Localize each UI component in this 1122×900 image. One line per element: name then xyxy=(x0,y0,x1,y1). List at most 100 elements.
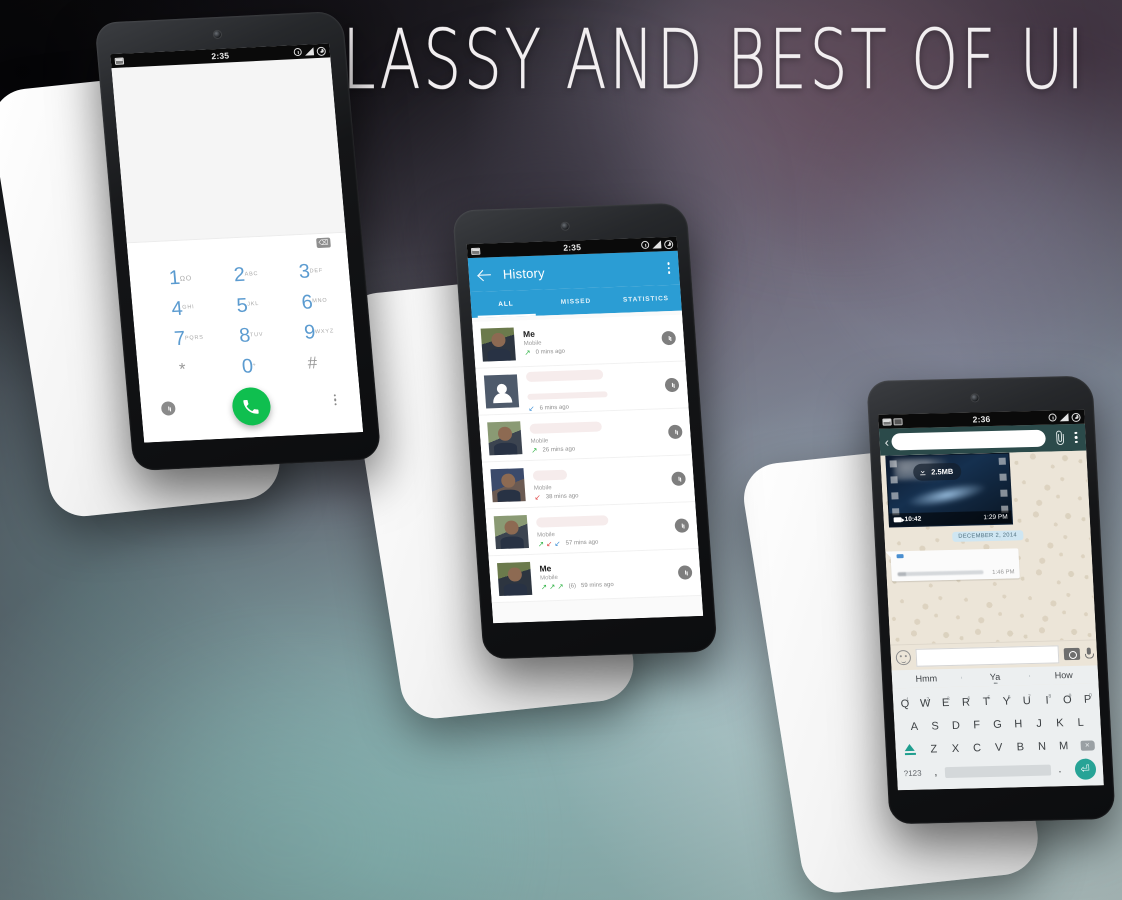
key-q[interactable]: 1Q xyxy=(895,696,915,709)
file-size-label: 2.5MB xyxy=(930,466,954,477)
period-key[interactable]: . xyxy=(1051,763,1068,775)
key-t[interactable]: 5T xyxy=(976,695,996,708)
key-r[interactable]: 4R xyxy=(956,695,976,708)
camera-icon[interactable] xyxy=(1063,647,1081,660)
key-k[interactable]: K xyxy=(1050,717,1070,729)
backspace-icon[interactable]: ⌫ xyxy=(316,237,331,249)
key-e[interactable]: 3E xyxy=(936,696,956,709)
dial-number-display[interactable] xyxy=(111,57,346,244)
call-list[interactable]: Me Mobile ↗ 0 mins ago +91 40 6644 xyxy=(471,310,704,624)
chat-messages-area[interactable]: 2.5MB 10:42 1:29 PM DECEMBER 2, 2014 1:4… xyxy=(880,450,1097,645)
call-details-icon[interactable] xyxy=(667,424,683,440)
film-perforation xyxy=(891,492,899,500)
key-h[interactable]: H xyxy=(1008,718,1028,730)
key-star[interactable]: * xyxy=(149,353,217,387)
key-letters: TUV xyxy=(249,331,264,339)
call-time: 59 mins ago xyxy=(580,582,614,590)
table-row[interactable]: Me Mobile ↗ ↗ ↗ (6) 59 mins ago xyxy=(488,549,702,604)
key-s[interactable]: S xyxy=(925,720,945,732)
table-row[interactable]: +91 40 6644 3223 Blurred Consultancy Pri… xyxy=(475,361,689,416)
dialer-bottom-bar xyxy=(139,376,364,443)
key-6[interactable]: 6 MNO xyxy=(273,286,341,320)
key-n[interactable]: N xyxy=(1031,740,1052,752)
call-details-icon[interactable] xyxy=(671,471,687,486)
overflow-menu-icon[interactable] xyxy=(1074,431,1078,444)
key-l[interactable]: L xyxy=(1070,716,1090,728)
download-button[interactable]: 2.5MB xyxy=(912,462,962,481)
key-9[interactable]: 9 WXYZ xyxy=(276,316,344,350)
key-c[interactable]: C xyxy=(966,742,987,754)
history-clock-icon[interactable] xyxy=(160,401,176,416)
key-x[interactable]: X xyxy=(945,742,966,754)
key-i[interactable]: 8I xyxy=(1037,693,1057,706)
key-u[interactable]: 7U xyxy=(1017,694,1037,707)
key-5[interactable]: 5 JKL xyxy=(208,289,276,323)
film-perforation xyxy=(999,473,1007,481)
enter-key[interactable]: ⏎ xyxy=(1069,757,1102,780)
table-row[interactable]: Aachu ❤ Ammu Mobile ↗ 26 mins ago xyxy=(478,408,692,463)
call-details-icon[interactable] xyxy=(674,518,690,533)
emoji-icon[interactable] xyxy=(895,649,912,666)
duration-label: 10:42 xyxy=(904,515,922,524)
key-letters: MNO xyxy=(311,297,328,305)
table-row[interactable]: Aachu ❤ Ammu Mobile ↗ ↙ ↙ 57 mins ago xyxy=(485,502,699,557)
key-b[interactable]: B xyxy=(1010,741,1031,753)
space-key[interactable] xyxy=(944,764,1051,778)
alarm-icon xyxy=(1048,413,1057,422)
key-7[interactable]: 7 PQRS xyxy=(146,322,214,356)
key-hash[interactable]: # xyxy=(279,346,347,380)
paperclip-icon[interactable] xyxy=(1052,430,1069,446)
key-digit: * xyxy=(178,359,187,380)
call-details-icon[interactable] xyxy=(664,377,680,393)
comma-key[interactable]: , xyxy=(927,766,944,778)
phone-device-whatsapp: 2:36 ‹ 2.5MB 10:42 1:29 PM DECEMBER 2, 2… xyxy=(866,375,1116,825)
overflow-menu-icon[interactable] xyxy=(667,262,671,274)
film-perforation xyxy=(889,460,897,468)
key-z[interactable]: Z xyxy=(923,743,944,755)
suggestion-1[interactable]: Hmm xyxy=(892,673,961,685)
call-button[interactable] xyxy=(230,386,272,427)
film-perforation xyxy=(890,476,898,484)
contact-name-field[interactable] xyxy=(891,429,1047,451)
key-w[interactable]: 2W xyxy=(915,696,935,709)
key-letters: WXYZ xyxy=(314,327,335,335)
front-camera-icon xyxy=(213,30,222,39)
key-f[interactable]: F xyxy=(967,719,987,731)
key-3[interactable]: 3 DEF xyxy=(271,255,339,289)
chat-bubble-incoming[interactable]: 1:46 PM xyxy=(890,548,1020,582)
key-a[interactable]: A xyxy=(904,720,924,732)
key-m[interactable]: M xyxy=(1053,739,1074,752)
key-v[interactable]: V xyxy=(988,741,1009,753)
key-y[interactable]: 6Y xyxy=(996,694,1016,707)
key-4[interactable]: 4 GHI xyxy=(143,292,211,326)
suggestion-2[interactable]: Ya xyxy=(960,671,1029,683)
symbols-key[interactable]: ?123 xyxy=(899,768,927,778)
tab-all[interactable]: ALL xyxy=(470,290,542,318)
key-2[interactable]: 2 ABC xyxy=(206,258,274,292)
tab-missed[interactable]: MISSED xyxy=(540,287,612,315)
back-chevron-icon[interactable]: ‹ xyxy=(884,435,889,450)
phone1-screen: 2:35 ⌫ 1 ΩO 2 ABC 3 DEF 4 GHI 5 JKL 6 MN… xyxy=(110,43,364,443)
key-j[interactable]: J xyxy=(1029,717,1049,729)
message-input[interactable] xyxy=(915,644,1060,667)
call-details-icon[interactable] xyxy=(677,565,693,580)
key-0[interactable]: 0 + xyxy=(214,350,282,384)
suggestion-3[interactable]: How xyxy=(1029,669,1098,681)
table-row[interactable]: Poppa Mobile ↙ 38 mins ago xyxy=(481,455,696,510)
call-details-icon[interactable] xyxy=(661,330,677,346)
video-message[interactable]: 2.5MB 10:42 1:29 PM xyxy=(885,452,1014,528)
key-1[interactable]: 1 ΩO xyxy=(141,262,209,296)
key-p[interactable]: 0P xyxy=(1078,692,1098,705)
backspace-icon[interactable]: × xyxy=(1075,739,1100,751)
key-d[interactable]: D xyxy=(946,719,966,731)
tab-statistics[interactable]: STATISTICS xyxy=(610,285,682,313)
table-row[interactable]: Me Mobile ↗ 0 mins ago xyxy=(472,314,686,369)
shift-icon[interactable] xyxy=(897,744,922,755)
key-8[interactable]: 8 TUV xyxy=(211,319,279,353)
overflow-menu-icon[interactable] xyxy=(333,394,337,406)
microphone-icon[interactable] xyxy=(1085,648,1093,659)
back-arrow-icon[interactable] xyxy=(477,267,492,281)
key-o[interactable]: 9O xyxy=(1057,693,1077,706)
battery-icon xyxy=(663,239,674,249)
key-g[interactable]: G xyxy=(987,718,1007,730)
